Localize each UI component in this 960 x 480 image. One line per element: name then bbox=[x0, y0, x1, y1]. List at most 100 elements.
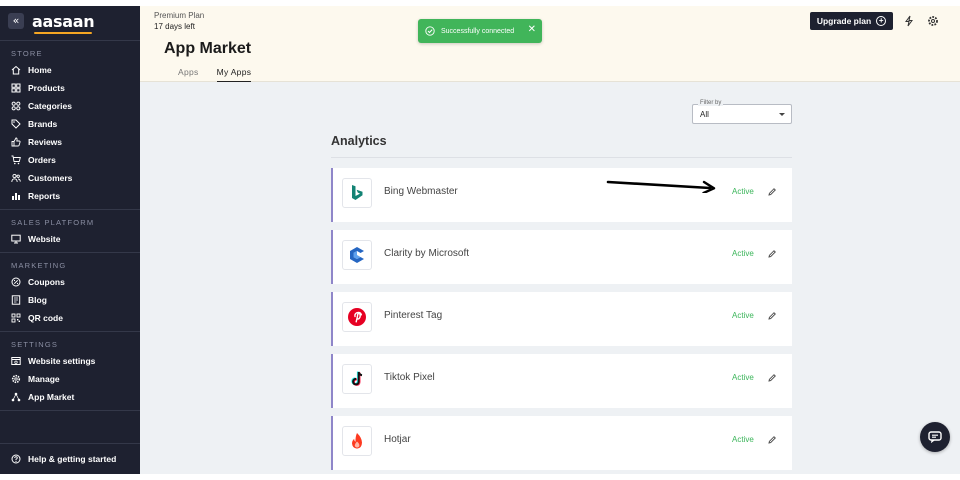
app-status: Active bbox=[732, 249, 754, 258]
bar-chart-icon bbox=[11, 191, 21, 201]
plus-circle-icon: + bbox=[876, 16, 887, 26]
cart-icon bbox=[11, 155, 21, 165]
sidebar-item-label: Orders bbox=[28, 155, 56, 165]
clarity-logo bbox=[342, 240, 372, 270]
sidebar-item-reviews[interactable]: Reviews bbox=[0, 133, 140, 151]
help-icon bbox=[11, 454, 21, 464]
pinterest-logo bbox=[342, 302, 372, 332]
app-window: « aasaan STORE Home Products Categories … bbox=[0, 0, 960, 480]
pencil-icon[interactable] bbox=[767, 311, 777, 321]
app-card-pinterest-tag[interactable]: Pinterest Tag Active bbox=[331, 292, 792, 346]
toast-close-button[interactable]: ✕ bbox=[528, 25, 536, 35]
sidebar-item-label: Reviews bbox=[28, 137, 63, 147]
sidebar-item-label: Help & getting started bbox=[28, 454, 117, 464]
products-icon bbox=[11, 83, 21, 93]
check-circle-icon bbox=[425, 26, 435, 36]
sidebar-item-label: Home bbox=[28, 65, 52, 75]
sidebar-item-manage[interactable]: Manage bbox=[0, 370, 140, 388]
qr-code-icon bbox=[11, 313, 21, 323]
tab-bar: Apps My Apps bbox=[178, 67, 252, 82]
app-card-hotjar[interactable]: Hotjar Active bbox=[331, 416, 792, 470]
sidebar-item-customers[interactable]: Customers bbox=[0, 169, 140, 187]
success-toast: Successfully connected ✕ bbox=[418, 19, 542, 43]
gear-icon[interactable] bbox=[927, 15, 939, 27]
sidebar-divider bbox=[0, 410, 140, 411]
tiktok-logo bbox=[342, 364, 372, 394]
sidebar-item-app-market[interactable]: App Market bbox=[0, 388, 140, 406]
sidebar-section-settings: SETTINGS bbox=[11, 340, 59, 349]
sidebar: « aasaan STORE Home Products Categories … bbox=[0, 6, 140, 474]
section-title: Analytics bbox=[331, 134, 387, 148]
sidebar-item-label: Products bbox=[28, 83, 65, 93]
app-card-tiktok-pixel[interactable]: Tiktok Pixel Active bbox=[331, 354, 792, 408]
app-name: Bing Webmaster bbox=[384, 186, 458, 197]
categories-icon bbox=[11, 101, 21, 111]
sidebar-item-label: Coupons bbox=[28, 277, 65, 287]
toast-message: Successfully connected bbox=[441, 27, 515, 35]
pencil-icon[interactable] bbox=[767, 373, 777, 383]
chat-support-button[interactable] bbox=[920, 422, 950, 452]
pencil-icon[interactable] bbox=[767, 249, 777, 259]
sidebar-section-sales-platform: SALES PLATFORM bbox=[11, 218, 95, 227]
tab-apps[interactable]: Apps bbox=[178, 67, 199, 82]
app-name: Tiktok Pixel bbox=[384, 372, 435, 383]
annotation-arrow bbox=[606, 180, 716, 193]
blog-icon bbox=[11, 295, 21, 305]
chat-icon bbox=[928, 431, 942, 443]
page-title: App Market bbox=[164, 40, 252, 57]
filter-select[interactable]: Filter by All bbox=[692, 100, 792, 124]
sidebar-item-help[interactable]: Help & getting started bbox=[0, 444, 140, 474]
sidebar-item-reports[interactable]: Reports bbox=[0, 187, 140, 205]
app-card-bing-webmaster[interactable]: Bing Webmaster Active bbox=[331, 168, 792, 222]
sidebar-item-label: QR code bbox=[28, 313, 63, 323]
sidebar-item-label: Blog bbox=[28, 295, 47, 305]
tag-icon bbox=[11, 119, 21, 129]
sidebar-item-label: Reports bbox=[28, 191, 61, 201]
sidebar-item-categories[interactable]: Categories bbox=[0, 97, 140, 115]
pencil-icon[interactable] bbox=[767, 187, 777, 197]
sidebar-item-label: App Market bbox=[28, 392, 75, 402]
app-card-clarity[interactable]: Clarity by Microsoft Active bbox=[331, 230, 792, 284]
upgrade-plan-button[interactable]: Upgrade plan + bbox=[810, 12, 893, 30]
aasaan-logo[interactable]: aasaan bbox=[32, 12, 95, 34]
sidebar-item-label: Categories bbox=[28, 101, 72, 111]
bing-logo bbox=[342, 178, 372, 208]
app-name: Pinterest Tag bbox=[384, 310, 443, 321]
monitor-icon bbox=[11, 234, 21, 244]
coupon-icon bbox=[11, 277, 21, 287]
app-status: Active bbox=[732, 435, 754, 444]
sidebar-item-website[interactable]: Website bbox=[0, 230, 140, 248]
collapse-sidebar-button[interactable]: « bbox=[8, 13, 24, 29]
sidebar-item-label: Brands bbox=[28, 119, 58, 129]
app-name: Clarity by Microsoft bbox=[384, 248, 470, 259]
sidebar-section-marketing: MARKETING bbox=[11, 261, 67, 270]
filter-label: Filter by bbox=[698, 100, 724, 106]
sidebar-item-coupons[interactable]: Coupons bbox=[0, 273, 140, 291]
sidebar-item-label: Customers bbox=[28, 173, 73, 183]
sidebar-section-store: STORE bbox=[11, 49, 43, 58]
pencil-icon[interactable] bbox=[767, 435, 777, 445]
tab-my-apps[interactable]: My Apps bbox=[216, 67, 252, 82]
upgrade-plan-label: Upgrade plan bbox=[816, 16, 872, 26]
sidebar-item-brands[interactable]: Brands bbox=[0, 115, 140, 133]
lightning-icon[interactable] bbox=[903, 15, 915, 27]
sidebar-help: Help & getting started bbox=[0, 443, 140, 474]
sidebar-item-products[interactable]: Products bbox=[0, 79, 140, 97]
app-market-icon bbox=[11, 392, 21, 402]
sidebar-item-qr-code[interactable]: QR code bbox=[0, 309, 140, 327]
main-content: Filter by All Analytics Bing Webmaster A… bbox=[140, 82, 960, 474]
sidebar-item-label: Website bbox=[28, 234, 61, 244]
sidebar-item-home[interactable]: Home bbox=[0, 61, 140, 79]
app-name: Hotjar bbox=[384, 434, 411, 445]
plan-days-left: 17 days left bbox=[154, 22, 195, 31]
plan-name: Premium Plan bbox=[154, 11, 205, 20]
sidebar-item-website-settings[interactable]: Website settings bbox=[0, 352, 140, 370]
sidebar-item-label: Website settings bbox=[28, 356, 96, 366]
thumbs-up-icon bbox=[11, 137, 21, 147]
caret-down-icon bbox=[779, 113, 785, 116]
sidebar-item-blog[interactable]: Blog bbox=[0, 291, 140, 309]
filter-value: All bbox=[700, 110, 709, 119]
gear-icon bbox=[11, 374, 21, 384]
plan-info: Premium Plan 17 days left bbox=[154, 10, 204, 32]
sidebar-item-orders[interactable]: Orders bbox=[0, 151, 140, 169]
